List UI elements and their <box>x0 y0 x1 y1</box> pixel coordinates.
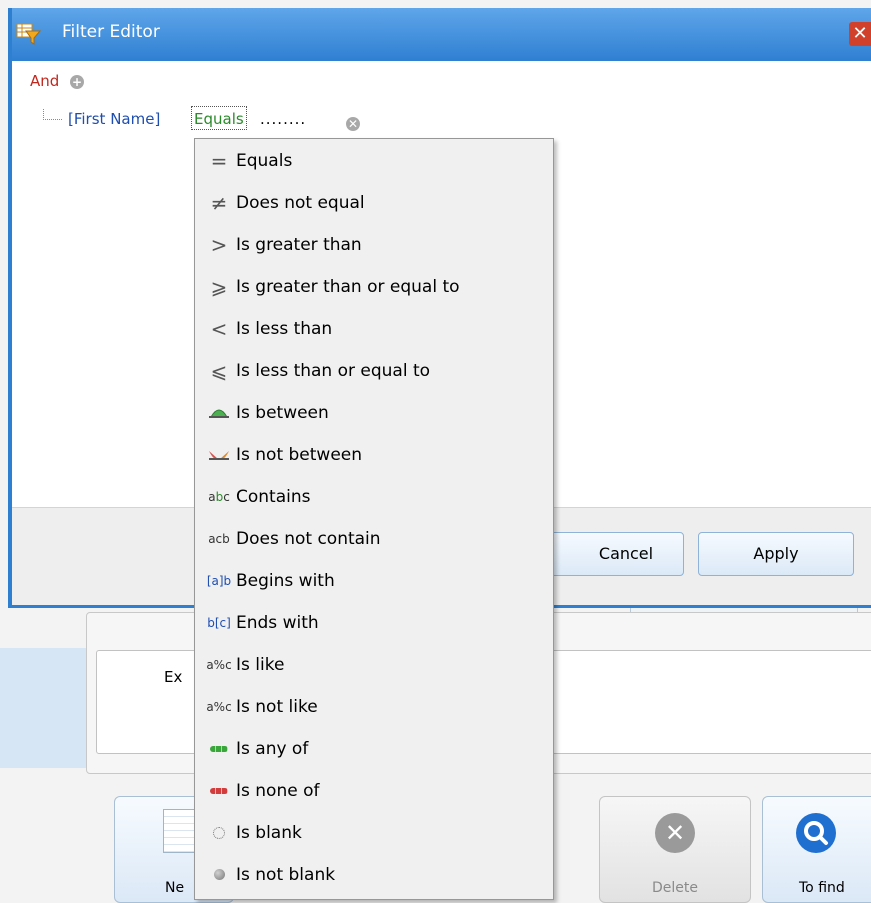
menu-item-is-like[interactable]: a%c Is like <box>195 645 553 685</box>
not-like-icon: a%c <box>206 700 232 714</box>
filter-editor-app-icon <box>16 21 42 47</box>
not-contains-icon: acb <box>208 532 230 546</box>
menu-item-ends-with[interactable]: b[c] Ends with <box>195 603 553 643</box>
less-equal-icon: ⩽ <box>210 359 228 383</box>
menu-item-less-than[interactable]: < Is less than <box>195 309 553 349</box>
greater-than-icon: > <box>210 233 228 257</box>
menu-item-contains[interactable]: aabcbc Contains <box>195 477 553 517</box>
like-icon: a%c <box>206 658 232 672</box>
begins-with-icon: [a]b <box>206 574 232 588</box>
menu-item-between[interactable]: Is between <box>195 393 553 433</box>
any-of-icon <box>205 729 233 769</box>
add-condition-icon[interactable]: + <box>70 75 84 89</box>
greater-equal-icon: ⩾ <box>210 275 228 299</box>
background-left-panel <box>0 648 92 768</box>
less-than-icon: < <box>210 317 228 341</box>
menu-item-is-none-of[interactable]: Is none of <box>195 771 553 811</box>
apply-button[interactable]: Apply <box>698 532 854 576</box>
menu-item-greater-than[interactable]: > Is greater than <box>195 225 553 265</box>
ends-with-icon: b[c] <box>207 616 231 630</box>
menu-item-is-blank[interactable]: Is blank <box>195 813 553 853</box>
menu-item-begins-with[interactable]: [a]b Begins with <box>195 561 553 601</box>
menu-item-equals[interactable]: = Equals <box>195 141 553 181</box>
operator-menu: = Equals ≠ Does not equal > Is greater t… <box>194 138 554 900</box>
menu-item-does-not-equal[interactable]: ≠ Does not equal <box>195 183 553 223</box>
menu-item-does-not-contain[interactable]: acb Does not contain <box>195 519 553 559</box>
menu-item-is-any-of[interactable]: Is any of <box>195 729 553 769</box>
search-icon <box>796 813 836 853</box>
tree-connector <box>43 109 62 120</box>
close-icon: ✕ <box>852 23 868 44</box>
contains-icon: aabcbc <box>208 490 230 504</box>
not-blank-icon <box>205 855 233 895</box>
condition-field[interactable]: [First Name] <box>68 110 160 128</box>
close-button[interactable]: ✕ <box>849 22 871 46</box>
to-find-button[interactable]: To find <box>762 796 871 903</box>
between-icon <box>205 393 233 433</box>
background-label: Ex <box>164 668 183 686</box>
menu-item-greater-or-equal[interactable]: ⩾ Is greater than or equal to <box>195 267 553 307</box>
none-of-icon <box>205 771 233 811</box>
menu-item-is-not-blank[interactable]: Is not blank <box>195 855 553 895</box>
condition-operator[interactable]: Equals <box>191 106 247 130</box>
menu-item-less-or-equal[interactable]: ⩽ Is less than or equal to <box>195 351 553 391</box>
new-document-icon <box>163 809 195 853</box>
not-equal-icon: ≠ <box>210 191 228 215</box>
condition-value[interactable]: ........ <box>260 110 306 128</box>
not-between-icon <box>205 435 233 475</box>
menu-item-is-not-like[interactable]: a%c Is not like <box>195 687 553 727</box>
delete-button[interactable]: ✕ Delete <box>599 796 751 903</box>
menu-item-not-between[interactable]: Is not between <box>195 435 553 475</box>
cancel-button[interactable]: Cancel <box>532 532 684 576</box>
remove-condition-icon[interactable]: ✕ <box>346 117 360 131</box>
equals-icon: = <box>210 149 228 173</box>
window-title: Filter Editor <box>62 22 160 42</box>
blank-icon <box>205 813 233 853</box>
group-operator-and[interactable]: And <box>30 72 59 90</box>
delete-icon: ✕ <box>655 813 695 853</box>
title-bar[interactable]: Filter Editor ✕ <box>12 8 871 61</box>
